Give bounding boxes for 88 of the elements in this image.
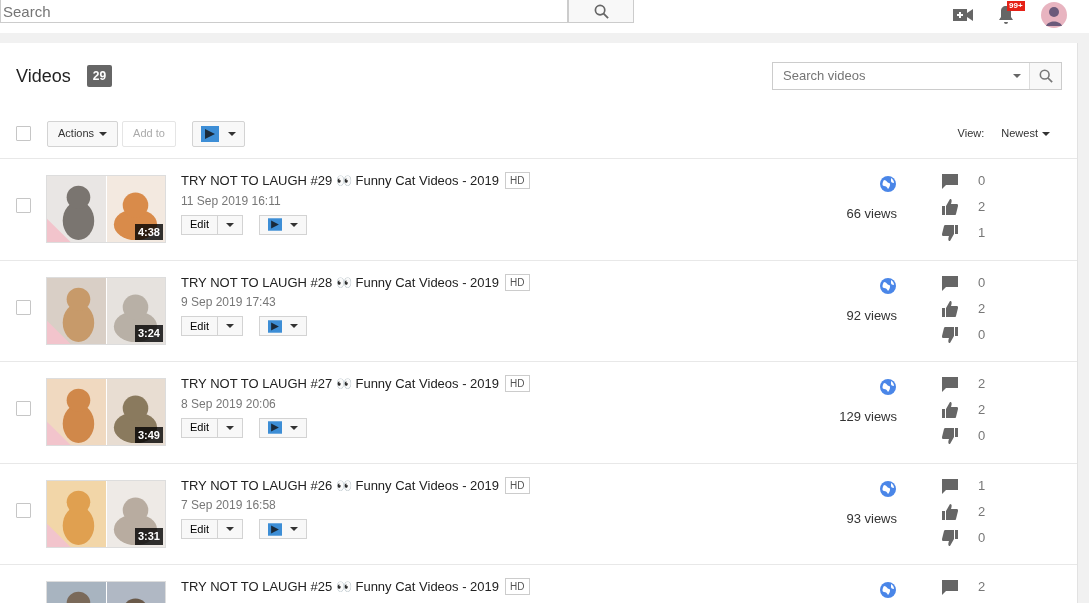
comment-count: 0 xyxy=(978,273,986,292)
dislike-count: 0 xyxy=(978,325,986,344)
search-videos-field[interactable]: Search videos xyxy=(772,62,1062,90)
search-field[interactable]: Search xyxy=(0,0,568,23)
edit-dropdown-button[interactable] xyxy=(217,316,243,336)
edit-dropdown-button[interactable] xyxy=(217,214,243,235)
globe-icon xyxy=(880,277,896,294)
edit-dropdown-button[interactable] xyxy=(217,417,243,438)
video-title[interactable]: TRY NOT TO LAUGH #28 👀 Funny Cat Videos - 2019 xyxy=(181,272,500,292)
row-checkbox[interactable] xyxy=(16,401,31,416)
search-button[interactable] xyxy=(568,0,634,23)
view-count: 93 views xyxy=(846,509,897,528)
like-count: 2 xyxy=(978,299,986,318)
video-count: 29 xyxy=(86,65,113,87)
video-duration: 3:24 xyxy=(134,325,163,342)
globe-icon xyxy=(880,480,896,497)
play-icon xyxy=(267,218,282,231)
comment-icon xyxy=(942,376,958,392)
video-title[interactable]: TRY NOT TO LAUGH #25 👀 Funny Cat Videos - 2019 xyxy=(181,577,500,597)
avatar-icon[interactable] xyxy=(1041,2,1067,28)
notification-count: 99+ xyxy=(1007,1,1025,11)
sort-dropdown[interactable]: Newest xyxy=(1000,124,1051,143)
playlist-dropdown-button[interactable] xyxy=(191,120,245,147)
comment-icon xyxy=(942,274,958,291)
globe-icon xyxy=(880,582,896,598)
hd-badge: HD xyxy=(505,172,530,190)
thumbs-down-icon xyxy=(942,225,958,241)
hd-badge: HD xyxy=(505,375,530,393)
upload-date: 9 Sep 2019 17:43 xyxy=(181,294,277,311)
thumbs-up-icon xyxy=(942,503,958,520)
comment-icon xyxy=(942,477,958,494)
like-count: 2 xyxy=(978,401,986,420)
edit-button[interactable]: Edit xyxy=(181,214,218,235)
view-count: 66 views xyxy=(846,205,897,223)
hd-badge: HD xyxy=(505,578,530,596)
playlist-dropdown-button[interactable] xyxy=(258,214,307,235)
play-icon xyxy=(200,125,219,142)
thumbs-up-icon xyxy=(942,199,958,215)
edit-dropdown-button[interactable] xyxy=(217,519,243,539)
like-count: 2 xyxy=(978,198,986,217)
globe-icon xyxy=(880,379,896,395)
play-icon xyxy=(267,421,282,434)
video-title[interactable]: TRY NOT TO LAUGH #29 👀 Funny Cat Videos - 2019 xyxy=(181,171,500,191)
upload-date: 7 Sep 2019 16:58 xyxy=(181,497,277,514)
play-icon xyxy=(267,319,282,333)
caret-icon[interactable] xyxy=(1013,74,1021,78)
search-icon[interactable] xyxy=(1038,69,1053,83)
thumbs-down-icon xyxy=(942,326,958,343)
video-duration: 3:31 xyxy=(134,528,163,545)
view-count: 129 views xyxy=(839,408,897,426)
actions-button[interactable]: Actions xyxy=(47,120,119,147)
globe-icon xyxy=(880,176,896,192)
row-checkbox[interactable] xyxy=(16,198,31,213)
hd-badge: HD xyxy=(505,273,530,291)
dislike-count: 0 xyxy=(978,427,986,446)
playlist-dropdown-button[interactable] xyxy=(258,316,307,336)
row-checkbox[interactable] xyxy=(16,299,31,315)
comment-count: 1 xyxy=(978,476,986,495)
video-title[interactable]: TRY NOT TO LAUGH #26 👀 Funny Cat Videos - 2019 xyxy=(181,475,500,495)
play-icon xyxy=(267,522,282,536)
view-count: 92 views xyxy=(846,306,897,325)
search-icon xyxy=(593,3,609,19)
hd-badge: HD xyxy=(505,476,530,494)
edit-button[interactable]: Edit xyxy=(181,519,218,539)
page-title: Videos xyxy=(16,64,71,88)
playlist-dropdown-button[interactable] xyxy=(258,417,307,438)
dislike-count: 0 xyxy=(978,528,986,547)
video-title[interactable]: TRY NOT TO LAUGH #27 👀 Funny Cat Videos - 2019 xyxy=(181,374,500,394)
thumbs-down-icon xyxy=(942,428,958,444)
view-label: View: xyxy=(957,126,985,142)
comment-count: 2 xyxy=(978,375,986,394)
upload-date: 11 Sep 2019 16:11 xyxy=(181,192,282,210)
comment-icon xyxy=(942,173,958,189)
upload-date: 8 Sep 2019 20:06 xyxy=(181,395,277,413)
dislike-count: 1 xyxy=(978,224,986,243)
comment-icon xyxy=(942,579,958,595)
edit-button[interactable]: Edit xyxy=(181,417,218,438)
select-all-checkbox[interactable] xyxy=(16,126,31,141)
like-count: 2 xyxy=(978,502,986,521)
comment-count: 2 xyxy=(978,578,986,597)
thumbs-up-icon xyxy=(942,300,958,317)
row-checkbox[interactable] xyxy=(16,502,31,518)
thumbs-down-icon xyxy=(942,529,958,546)
playlist-dropdown-button[interactable] xyxy=(258,519,307,539)
thumbs-up-icon xyxy=(942,402,958,418)
edit-button[interactable]: Edit xyxy=(181,316,218,336)
video-camera-icon[interactable] xyxy=(953,8,973,22)
comment-count: 0 xyxy=(978,172,986,191)
